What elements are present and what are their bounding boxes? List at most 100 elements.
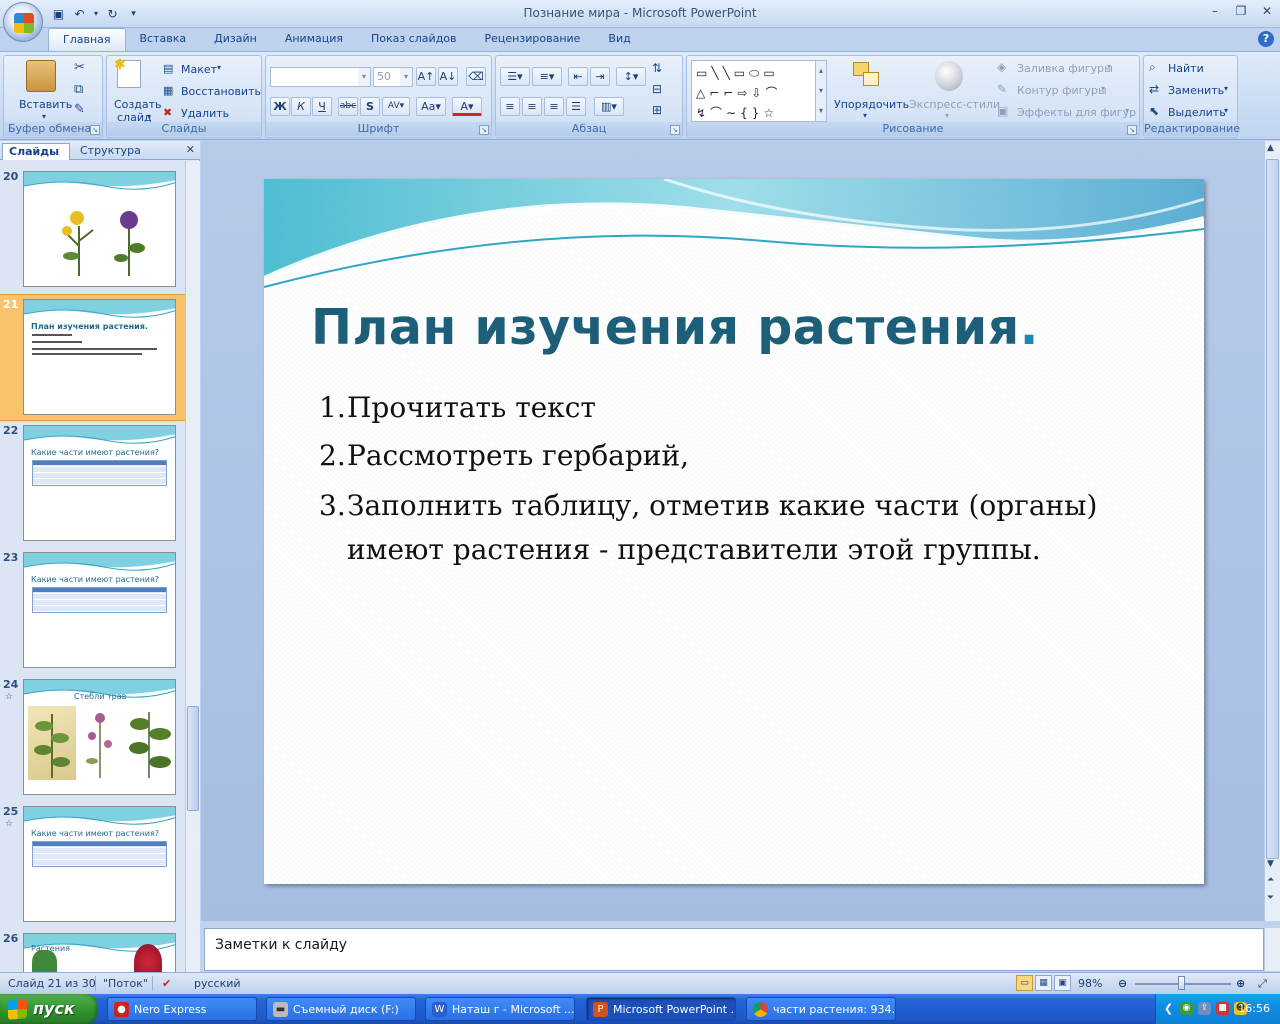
help-icon[interactable]: ? xyxy=(1258,31,1274,47)
previous-slide-icon[interactable]: ⏶ xyxy=(1267,875,1274,885)
tab-slideshow[interactable]: Показ слайдов xyxy=(357,28,471,51)
underline-icon[interactable]: Ч xyxy=(312,97,332,116)
antivirus-icon[interactable]: ■ xyxy=(1216,1002,1229,1015)
arrange-icon[interactable] xyxy=(853,62,883,92)
taskbar-item-word[interactable]: W Наташ г - Microsoft ... xyxy=(425,997,575,1021)
font-name-combo[interactable]: ▾ xyxy=(270,67,371,87)
delete-slide-button[interactable]: Удалить xyxy=(181,107,229,120)
shapes-gallery[interactable]: ▭╲╲▭⬭▭ △⌐⌐⇨⇩⌒ ↯⌒∼{}☆ xyxy=(691,60,827,122)
select-button[interactable]: Выделить xyxy=(1168,106,1226,119)
quick-styles-icon[interactable] xyxy=(935,61,963,91)
font-name-dropdown-icon[interactable]: ▾ xyxy=(358,68,370,86)
replace-button[interactable]: Заменить xyxy=(1168,84,1224,97)
current-slide[interactable]: План изучения растения. 1. Прочитать текс… xyxy=(264,179,1204,884)
shape-effects-dropdown-icon[interactable]: ▾ xyxy=(1125,106,1129,115)
slide-thumbnail[interactable] xyxy=(23,171,176,287)
tab-review[interactable]: Рецензирование xyxy=(471,28,595,51)
align-center-icon[interactable]: ≡ xyxy=(522,97,542,116)
smartart-icon[interactable]: ⊞ xyxy=(652,103,662,117)
tray-expand-icon[interactable]: ❮ xyxy=(1162,1002,1175,1015)
editor-scrollbar[interactable]: ▲ ▼ ⏶ ⏷ xyxy=(1264,141,1280,921)
paste-button[interactable]: Вставить xyxy=(19,98,72,111)
strikethrough-icon[interactable]: abc xyxy=(338,97,358,116)
thumbnail-row-selected[interactable]: 21 План изучения растения. xyxy=(0,294,185,421)
justify-icon[interactable]: ☰ xyxy=(566,97,586,116)
font-color-icon[interactable]: A▾ xyxy=(452,97,482,116)
shapes-row-2[interactable]: △⌐⌐⇨⇩⌒ xyxy=(696,83,781,103)
zoom-slider-knob[interactable] xyxy=(1178,976,1185,990)
select-dropdown-icon[interactable]: ▾ xyxy=(1224,106,1228,115)
slide-thumbnail[interactable]: Растения xyxy=(23,933,176,972)
drawing-launcher-icon[interactable]: ↘ xyxy=(1127,125,1137,135)
bold-icon[interactable]: Ж xyxy=(270,97,290,116)
thumbnail-row[interactable]: 24 ☆ Стебли трав xyxy=(0,675,185,802)
shapes-row-3[interactable]: ↯⌒∼{}☆ xyxy=(696,103,778,123)
slide-thumbnail[interactable]: Какие части имеют растения? xyxy=(23,552,176,668)
safely-remove-icon[interactable]: ⇪ xyxy=(1198,1002,1211,1015)
thumbnail-row[interactable]: 23 Какие части имеют растения? xyxy=(0,548,185,675)
new-slide-icon[interactable]: ✱ xyxy=(114,57,141,88)
taskbar-item-powerpoint[interactable]: P Microsoft PowerPoint ... xyxy=(586,997,736,1021)
replace-dropdown-icon[interactable]: ▾ xyxy=(1224,84,1228,93)
shrink-font-icon[interactable]: A↓ xyxy=(438,67,458,86)
align-right-icon[interactable]: ≡ xyxy=(544,97,564,116)
close-icon[interactable]: ✕ xyxy=(1260,4,1274,18)
italic-icon[interactable]: К xyxy=(291,97,311,116)
reset-button[interactable]: Восстановить xyxy=(181,85,261,98)
clipboard-launcher-icon[interactable]: ↘ xyxy=(90,125,100,135)
thumbnail-row[interactable]: 25 ☆ Какие части имеют растения? xyxy=(0,802,185,929)
font-launcher-icon[interactable]: ↘ xyxy=(479,125,489,135)
tab-insert[interactable]: Вставка xyxy=(126,28,201,51)
paste-icon[interactable] xyxy=(26,60,56,92)
shapes-row-1[interactable]: ▭╲╲▭⬭▭ xyxy=(696,63,779,83)
format-painter-icon[interactable]: ✎ xyxy=(74,102,85,117)
zoom-in-icon[interactable]: ⊕ xyxy=(1236,977,1245,990)
close-pane-icon[interactable]: ✕ xyxy=(186,143,195,156)
tab-slides[interactable]: Слайды xyxy=(2,143,70,160)
shape-effects-button[interactable]: Эффекты для фигур xyxy=(1017,106,1136,119)
quick-styles-button[interactable]: Экспресс-стили xyxy=(909,98,1000,111)
notes-pane[interactable]: Заметки к слайду xyxy=(204,928,1264,971)
normal-view-icon[interactable]: ▭ xyxy=(1016,975,1033,991)
next-slide-icon[interactable]: ⏷ xyxy=(1267,893,1274,903)
find-button[interactable]: Найти xyxy=(1168,62,1204,75)
office-button[interactable] xyxy=(3,2,43,42)
cut-icon[interactable]: ✂ xyxy=(74,60,85,75)
spellcheck-icon[interactable]: ✔ xyxy=(162,977,171,990)
thumbnail-scrollbar[interactable] xyxy=(185,161,200,972)
restore-icon[interactable]: ❐ xyxy=(1234,4,1248,18)
slide-thumbnail[interactable]: Какие части имеют растения? xyxy=(23,806,176,922)
slide-sorter-view-icon[interactable]: ▦ xyxy=(1035,975,1052,991)
grow-font-icon[interactable]: A↑ xyxy=(416,67,436,86)
clear-formatting-icon[interactable]: ⌫ xyxy=(466,67,486,86)
taskbar-item-chrome[interactable]: части растения: 934... xyxy=(746,997,896,1021)
increase-indent-icon[interactable]: ⇥ xyxy=(590,67,610,86)
thumbnail-row[interactable]: 20 xyxy=(0,167,185,294)
slide-body[interactable]: 1. Прочитать текст 2. Рассмотреть гербарий… xyxy=(319,384,1179,572)
tab-home[interactable]: Главная xyxy=(48,28,126,51)
slideshow-view-icon[interactable]: ▣ xyxy=(1054,975,1071,991)
zoom-level[interactable]: 98% xyxy=(1078,977,1102,990)
arrange-button[interactable]: Упорядочить xyxy=(834,98,909,111)
font-size-combo[interactable]: 50 ▾ xyxy=(373,67,413,87)
layout-dropdown-icon[interactable]: ▾ xyxy=(217,63,221,72)
line-spacing-icon[interactable]: ↕▾ xyxy=(616,67,646,86)
minimize-icon[interactable]: – xyxy=(1208,4,1222,18)
tab-design[interactable]: Дизайн xyxy=(200,28,271,51)
quick-styles-dropdown-icon[interactable]: ▾ xyxy=(945,111,949,120)
arrange-dropdown-icon[interactable]: ▾ xyxy=(863,111,867,120)
slide-thumbnail[interactable]: Стебли трав xyxy=(23,679,176,795)
align-left-icon[interactable]: ≡ xyxy=(500,97,520,116)
thumbnail-row[interactable]: 26 Растения xyxy=(0,929,185,972)
thumbnail-scroll-thumb[interactable] xyxy=(187,706,199,811)
shape-fill-button[interactable]: Заливка фигуры xyxy=(1017,62,1113,75)
layout-button[interactable]: Макет xyxy=(181,63,217,76)
slide-title[interactable]: План изучения растения. xyxy=(311,299,1039,356)
language-indicator[interactable]: русский xyxy=(194,977,241,990)
zoom-out-icon[interactable]: ⊖ xyxy=(1118,977,1127,990)
scroll-up-icon[interactable]: ▲ xyxy=(1267,143,1274,153)
taskbar-item-nero[interactable]: ● Nero Express xyxy=(107,997,257,1021)
editor-scroll-thumb[interactable] xyxy=(1266,159,1279,859)
new-slide-dropdown-icon[interactable]: ▾ xyxy=(147,112,151,121)
shape-outline-dropdown-icon[interactable]: ▾ xyxy=(1101,84,1105,93)
